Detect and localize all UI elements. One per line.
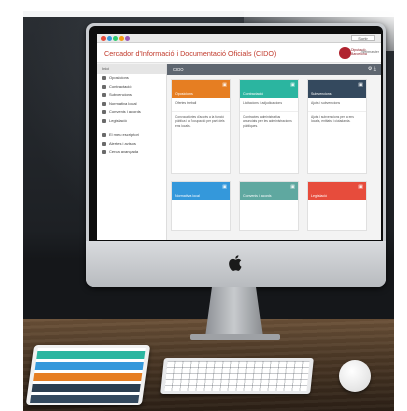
coins-icon: ▣ bbox=[358, 82, 363, 88]
card-header[interactable]: Oposicions ▣ bbox=[172, 80, 230, 98]
sidebar-item-label: Contractació bbox=[109, 83, 132, 89]
browser-dot-4[interactable] bbox=[119, 36, 124, 41]
sidebar-item-label: Alertes i avisos bbox=[109, 140, 136, 146]
card-header[interactable]: Convenis i acords ▣ bbox=[240, 182, 298, 200]
sidebar-item-label: Normativa local bbox=[109, 100, 137, 106]
toolbar-icons[interactable]: ⚙ ⤓ bbox=[368, 66, 376, 72]
card-header[interactable]: Legislació ▣ bbox=[308, 182, 366, 200]
card-description: Ajuts i subvencions per a ens locals, en… bbox=[311, 115, 354, 124]
brand-logo-icon bbox=[339, 47, 351, 59]
card-subtitle: Licitacions i adjudicacions bbox=[240, 98, 298, 112]
sidebar-item[interactable]: Cerca avançada bbox=[97, 148, 166, 157]
apple-logo-icon bbox=[229, 255, 242, 271]
ipad-list-row bbox=[31, 384, 141, 392]
sidebar-item-label: Convenis i acords bbox=[109, 109, 141, 114]
briefcase-icon: ▣ bbox=[222, 82, 227, 88]
screen: Sortir Cercador d'Informació i Documenta… bbox=[97, 34, 381, 240]
briefcase-icon bbox=[102, 76, 106, 81]
pen-icon bbox=[102, 84, 106, 89]
card-title: Legislació bbox=[311, 194, 327, 198]
module-card[interactable]: Legislació ▣ bbox=[307, 181, 367, 231]
app-header: Cercador d'Informació i Documentació Ofi… bbox=[97, 43, 381, 63]
ipad bbox=[25, 345, 151, 405]
browser-dot-5[interactable] bbox=[125, 36, 130, 41]
desktop-icon bbox=[102, 133, 106, 138]
card-title: Normativa local bbox=[175, 194, 200, 198]
monitor-bezel: Sortir Cercador d'Informació i Documenta… bbox=[89, 26, 383, 241]
ipad-list-row bbox=[30, 395, 140, 403]
module-card[interactable]: Normativa local ▣ bbox=[171, 181, 231, 231]
gavel-icon: ▣ bbox=[358, 184, 363, 190]
card-header[interactable]: Contractació ▣ bbox=[240, 80, 298, 98]
sidebar-item[interactable]: El meu escriptori bbox=[97, 131, 166, 140]
module-card[interactable]: Oposicions ▣ Ofertes treball Convocatòries … bbox=[171, 79, 231, 174]
sidebar-item[interactable]: Normativa local bbox=[97, 100, 166, 109]
card-header[interactable]: Subvencions ▣ bbox=[308, 80, 366, 98]
sidebar-item-label: Oposicions bbox=[109, 75, 129, 80]
main-toolbar-title: CIDO bbox=[173, 67, 184, 72]
app-title: Cercador d'Informació i Documentació Ofi… bbox=[104, 49, 277, 58]
book-icon: ▣ bbox=[222, 184, 227, 190]
module-card[interactable]: Subvencions ▣ Ajuts i subvencions Ajuts i s… bbox=[307, 79, 367, 174]
card-description: Contractes administratius anunciats per … bbox=[243, 115, 292, 128]
gavel-icon bbox=[102, 118, 106, 123]
sidebar-item[interactable]: Alertes i avisos bbox=[97, 140, 166, 149]
card-subtitle: Ajuts i subvencions bbox=[308, 98, 366, 112]
browser-dot-1[interactable] bbox=[101, 36, 106, 41]
handshake-icon bbox=[102, 110, 106, 115]
sidebar-item[interactable]: Convenis i acords bbox=[97, 108, 166, 117]
pen-icon: ▣ bbox=[290, 82, 295, 88]
card-description: Convocatòries d'accés a la funció públic… bbox=[175, 115, 225, 128]
book-icon bbox=[102, 101, 106, 106]
coins-icon bbox=[102, 93, 106, 98]
sidebar-item-label: Cerca avançada bbox=[109, 149, 139, 154]
bell-icon bbox=[102, 141, 106, 146]
imac-monitor: Sortir Cercador d'Informació i Documenta… bbox=[86, 23, 386, 287]
handshake-icon: ▣ bbox=[290, 184, 295, 190]
sidebar: Inici Oposicions Contractació Subvencions N… bbox=[97, 64, 167, 240]
sidebar-item-label: El meu escriptori bbox=[109, 132, 139, 137]
browser-dot-3[interactable] bbox=[113, 36, 118, 41]
logout-button[interactable]: Sortir bbox=[351, 35, 375, 41]
card-title: Oposicions bbox=[175, 92, 193, 96]
search-icon bbox=[102, 150, 106, 155]
monitor-chin bbox=[86, 241, 386, 287]
card-title: Contractació bbox=[243, 92, 264, 96]
module-card[interactable]: Convenis i acords ▣ bbox=[239, 181, 299, 231]
sidebar-item-label: Legislació bbox=[109, 117, 127, 123]
ipad-screen bbox=[30, 348, 146, 403]
sidebar-item[interactable]: Subvencions bbox=[97, 91, 166, 100]
ipad-list-row bbox=[33, 373, 143, 381]
card-title: Convenis i acords bbox=[243, 194, 272, 198]
browser-dot-2[interactable] bbox=[107, 36, 112, 41]
card-header[interactable]: Normativa local ▣ bbox=[172, 182, 230, 200]
main-content: CIDO ⚙ ⤓ Oposicions ▣ Ofertes treball Convo… bbox=[167, 64, 381, 240]
sidebar-heading[interactable]: Inici bbox=[97, 64, 166, 74]
ipad-list-row bbox=[36, 351, 146, 359]
magic-mouse bbox=[339, 360, 371, 392]
webmaster-link[interactable]: Webmaster bbox=[361, 50, 379, 54]
sidebar-item[interactable]: Legislació bbox=[97, 117, 166, 126]
keyboard bbox=[160, 358, 314, 394]
imac-stand bbox=[205, 287, 263, 337]
sidebar-item-label: Subvencions bbox=[109, 92, 132, 97]
module-card[interactable]: Contractació ▣ Licitacions i adjudicacions… bbox=[239, 79, 299, 174]
sidebar-item[interactable]: Contractació bbox=[97, 83, 166, 92]
main-toolbar: CIDO ⚙ ⤓ bbox=[167, 64, 381, 75]
keyboard-keys bbox=[164, 361, 310, 391]
card-title: Subvencions bbox=[311, 92, 332, 96]
browser-toolbar: Sortir bbox=[97, 34, 381, 43]
imac-stand-base bbox=[190, 334, 280, 340]
card-subtitle: Ofertes treball bbox=[172, 98, 230, 112]
ipad-list-row bbox=[34, 362, 144, 370]
sidebar-item[interactable]: Oposicions bbox=[97, 74, 166, 83]
